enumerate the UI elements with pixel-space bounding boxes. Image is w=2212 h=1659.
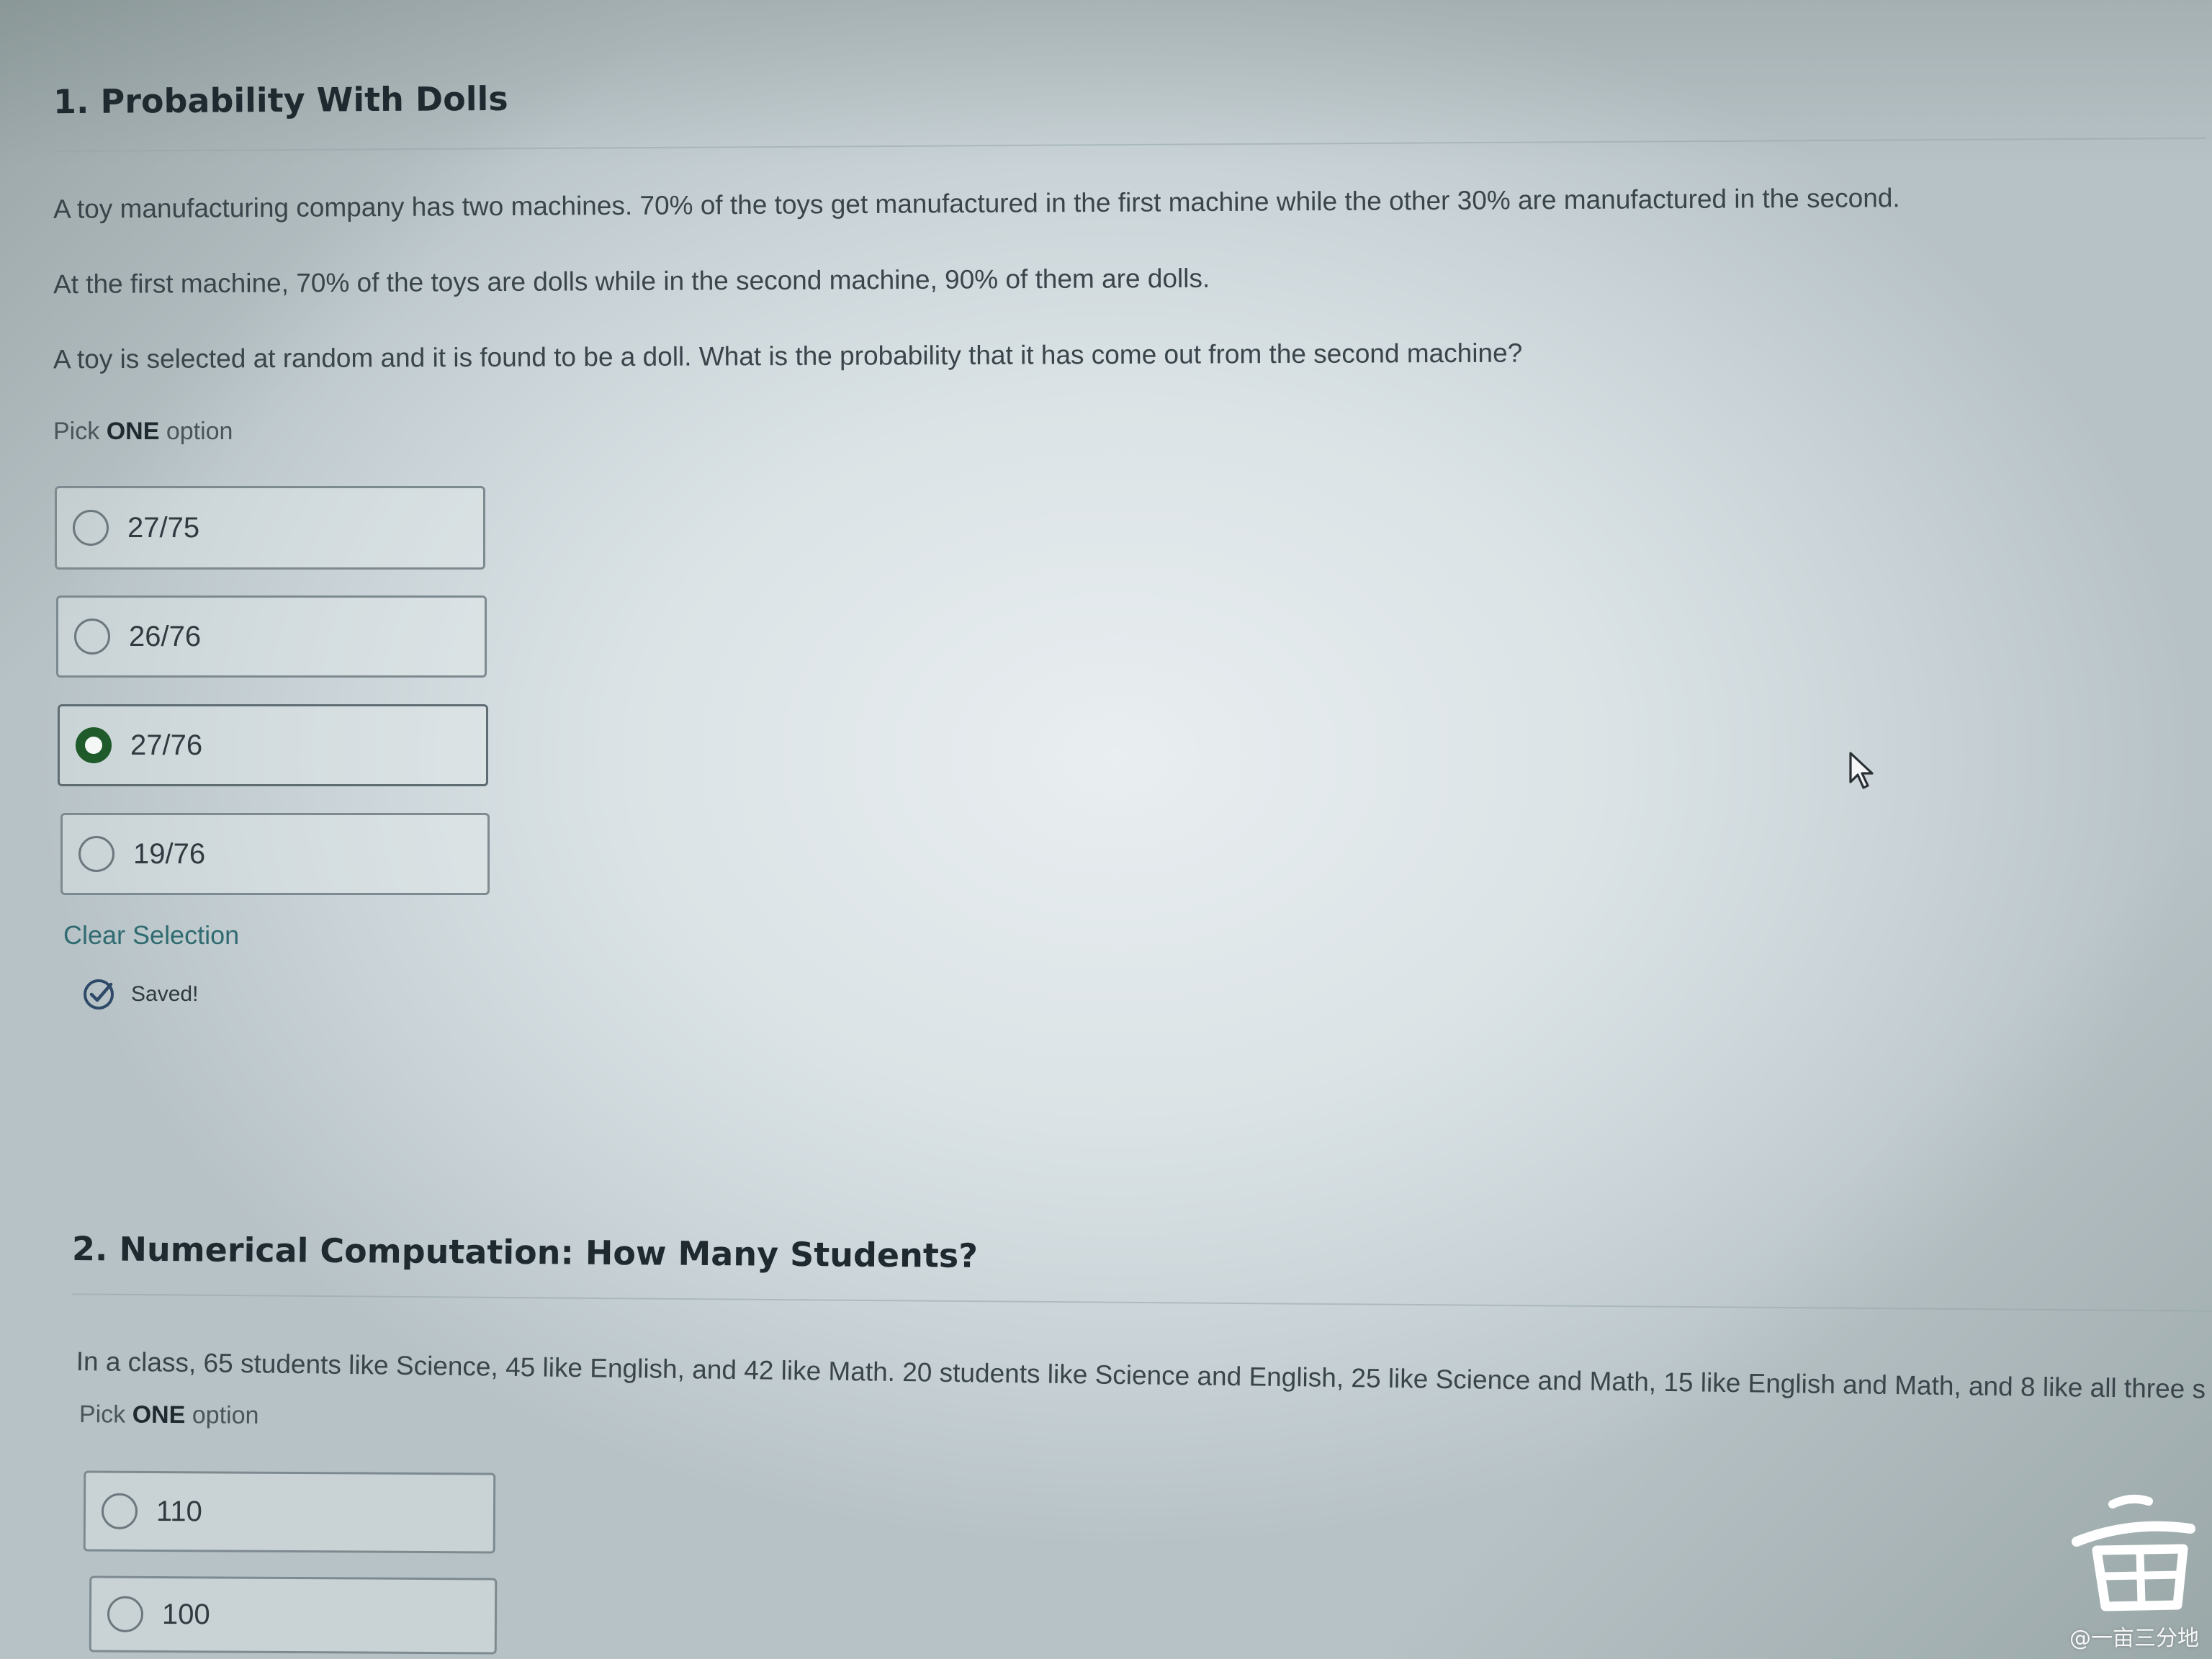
option-27-76[interactable]: 27/76 — [58, 704, 488, 786]
pick-bold: ONE — [132, 1401, 186, 1429]
option-label: 19/76 — [133, 837, 206, 870]
saved-label: Saved! — [131, 982, 199, 1006]
option-100[interactable]: 100 — [89, 1575, 498, 1655]
option-label: 110 — [156, 1495, 202, 1527]
option-label: 100 — [161, 1598, 210, 1630]
watermark-logo-icon — [2072, 1494, 2195, 1611]
pick-suffix: option — [185, 1401, 259, 1429]
pick-one-instruction: Pick ONE option — [53, 418, 233, 446]
option-label: 27/76 — [130, 729, 203, 761]
pick-prefix: Pick — [78, 1401, 132, 1429]
pick-one-instruction: Pick ONE option — [79, 1401, 259, 1430]
question-2-title: 2. Numerical Computation: How Many Stude… — [71, 1229, 979, 1275]
option-19-76[interactable]: 19/76 — [60, 813, 490, 895]
watermark-text: @一亩三分地 — [2069, 1626, 2199, 1651]
option-27-75[interactable]: 27/75 — [55, 486, 485, 570]
question-2-paragraph: In a class, 65 students like Science, 45… — [76, 1346, 2206, 1404]
question-1-paragraph-1: A toy manufacturing company has two mach… — [53, 183, 1900, 224]
watermark: @一亩三分地 — [2062, 1491, 2199, 1652]
radio-button[interactable] — [78, 836, 114, 872]
check-circle-icon — [84, 979, 114, 1010]
radio-button[interactable] — [73, 510, 109, 546]
pick-bold: ONE — [106, 418, 160, 445]
question-1-paragraph-2: At the first machine, 70% of the toys ar… — [53, 263, 1210, 300]
radio-button[interactable] — [101, 1493, 138, 1529]
radio-button[interactable] — [107, 1596, 144, 1632]
divider — [53, 137, 2206, 153]
pick-suffix: option — [159, 418, 233, 445]
radio-button[interactable] — [74, 619, 110, 655]
clear-selection-link[interactable]: Clear Selection — [63, 920, 239, 950]
question-1-paragraph-3: A toy is selected at random and it is fo… — [53, 338, 1523, 374]
option-110[interactable]: 110 — [83, 1470, 496, 1554]
mouse-cursor-icon — [1849, 752, 1874, 789]
pick-prefix: Pick — [53, 418, 107, 445]
option-label: 27/75 — [127, 511, 200, 544]
option-label: 26/76 — [129, 620, 202, 652]
saved-status: Saved! — [82, 978, 198, 1011]
option-26-76[interactable]: 26/76 — [56, 595, 487, 678]
question-1-title: 1. Probability With Dolls — [53, 78, 508, 122]
divider — [72, 1293, 2212, 1312]
radio-button-selected[interactable] — [76, 727, 112, 763]
